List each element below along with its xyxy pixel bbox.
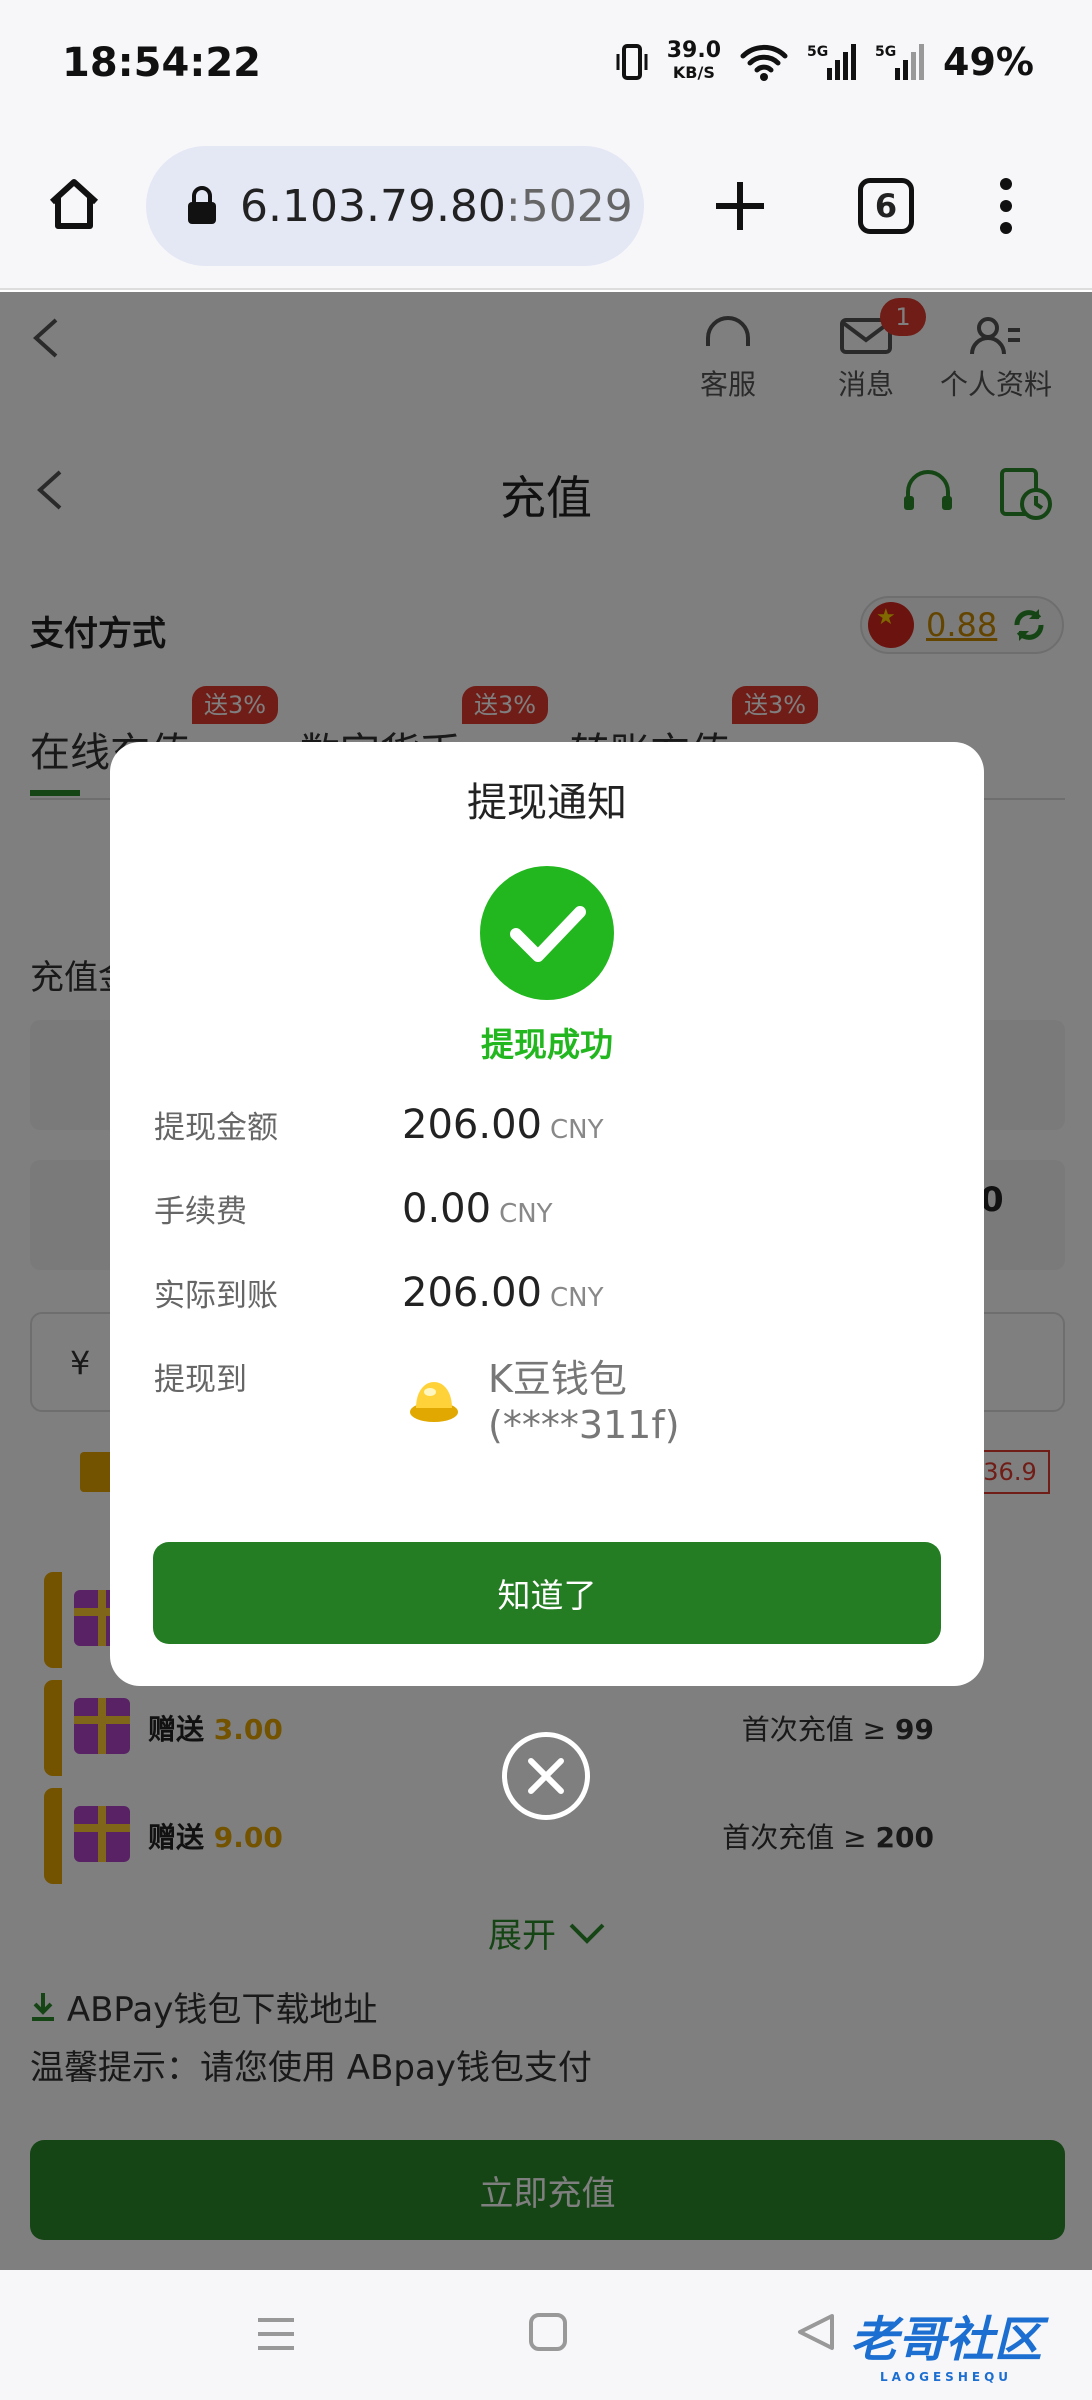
recent-apps-icon[interactable] bbox=[256, 2314, 296, 2354]
clock: 18:54:22 bbox=[62, 40, 261, 86]
wifi-icon bbox=[740, 44, 788, 81]
signal-icon-sim1: 5G bbox=[807, 44, 857, 80]
withdraw-amount-value: 206.00 CNY bbox=[402, 1102, 604, 1148]
success-text: 提现成功 bbox=[481, 1025, 613, 1064]
url-text: 6.103.79.80:5029 bbox=[240, 180, 633, 232]
status-icons: 39.0 KB/S 5G 5G 49% bbox=[615, 40, 1034, 84]
svg-text:5G: 5G bbox=[807, 44, 828, 60]
tab-switcher-button[interactable]: 6 bbox=[858, 178, 914, 234]
dialog-title: 提现通知 bbox=[467, 780, 627, 826]
received-value: 206.00 CNY bbox=[402, 1270, 604, 1316]
lock-icon bbox=[188, 186, 216, 224]
back-nav-icon[interactable] bbox=[796, 2312, 836, 2352]
destination-label: 提现到 bbox=[154, 1362, 247, 1398]
network-speed: 39.0 KB/S bbox=[666, 38, 722, 83]
withdraw-notice-dialog: 提现通知 提现成功 提现金额 206.00 CNY 手续费 0.00 CNY 实际到… bbox=[110, 742, 984, 1686]
received-label: 实际到账 bbox=[154, 1278, 278, 1314]
vibrate-icon bbox=[616, 44, 648, 80]
gold-ingot-icon bbox=[410, 1382, 458, 1422]
fee-value: 0.00 CNY bbox=[402, 1186, 553, 1232]
close-icon[interactable] bbox=[502, 1732, 590, 1820]
got-it-button[interactable]: 知道了 bbox=[153, 1542, 941, 1644]
signal-icon-sim2: 5G bbox=[875, 44, 925, 80]
home-icon[interactable] bbox=[44, 174, 104, 234]
check-icon bbox=[480, 866, 614, 1000]
withdraw-amount-label: 提现金额 bbox=[154, 1110, 278, 1146]
more-menu-icon[interactable] bbox=[996, 176, 1016, 236]
svg-text:5G: 5G bbox=[875, 44, 896, 60]
battery-level: 49% bbox=[943, 40, 1034, 84]
home-nav-icon[interactable] bbox=[528, 2312, 568, 2352]
watermark-logo: 老哥社区 LAOGESHEQU bbox=[850, 2312, 1043, 2384]
status-bar: 18:54:22 39.0 KB/S 5G 5G 49% bbox=[0, 0, 1092, 130]
fee-label: 手续费 bbox=[154, 1194, 247, 1230]
address-bar[interactable]: 6.103.79.80:5029 bbox=[146, 146, 644, 266]
wallet-name: K豆钱包 (****311f) bbox=[488, 1357, 680, 1447]
new-tab-icon[interactable] bbox=[712, 178, 768, 234]
browser-toolbar: 6.103.79.80:5029 6 bbox=[0, 130, 1092, 290]
